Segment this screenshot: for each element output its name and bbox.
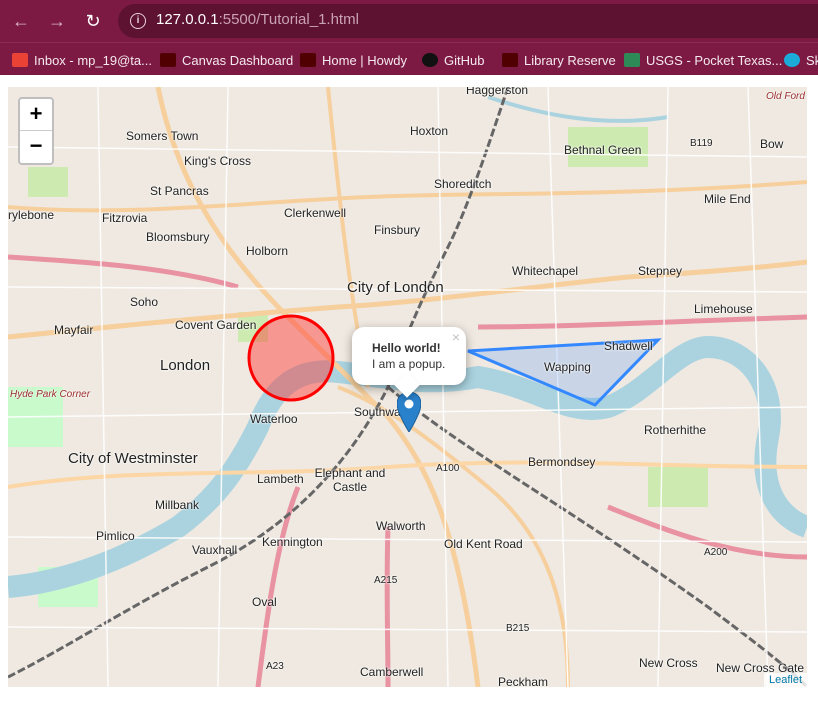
- gmail-icon: [12, 53, 28, 67]
- map-label: Whitechapel: [512, 264, 579, 278]
- zoom-in-button[interactable]: +: [20, 99, 52, 130]
- atm-logo-icon: [502, 53, 518, 67]
- circle-overlay: [247, 314, 335, 402]
- map-label: Bloomsbury: [146, 230, 210, 244]
- map-label: Old Ford: [766, 91, 805, 102]
- bookmark-inbox[interactable]: Inbox - mp_19@ta...: [12, 51, 152, 69]
- map-label: Pimlico: [96, 529, 135, 543]
- map-label: Camberwell: [360, 665, 424, 679]
- map-label: rylebone: [8, 208, 55, 222]
- bookmark-howdy[interactable]: Home | Howdy: [300, 51, 407, 69]
- url-text[interactable]: 127.0.0.1:5500/Tutorial_1.html: [156, 11, 359, 28]
- bookmark-github[interactable]: GitHub: [422, 51, 484, 69]
- github-icon: [422, 53, 438, 67]
- zoom-out-button[interactable]: −: [20, 130, 52, 162]
- atm-logo-icon: [300, 53, 316, 67]
- usgs-icon: [624, 53, 640, 67]
- back-arrow-icon[interactable]: ←: [8, 8, 34, 34]
- bookmark-usgs[interactable]: USGS - Pocket Texas...: [624, 51, 782, 69]
- map-label: Lambeth: [257, 472, 304, 486]
- map-label: Hyde Park Corner: [10, 389, 91, 400]
- map-label: A200: [704, 547, 728, 558]
- map-label: Covent Garden: [175, 318, 257, 332]
- map-label: Millbank: [155, 498, 200, 512]
- map-label: Limehouse: [694, 302, 753, 316]
- map-marker-icon[interactable]: [397, 392, 421, 432]
- map-label: Waterloo: [250, 412, 298, 426]
- map-label: Haggerston: [466, 87, 529, 97]
- reload-icon[interactable]: ↻: [80, 8, 106, 34]
- map-label: Clerkenwell: [284, 206, 347, 220]
- map-label: Rotherhithe: [644, 423, 707, 437]
- map-label: Oval: [252, 595, 277, 609]
- map-label: St Pancras: [150, 184, 209, 198]
- map-label: Old Kent Road: [444, 537, 523, 551]
- sketchfab-icon: [784, 53, 800, 67]
- map-label: Finsbury: [374, 223, 421, 237]
- map-label: Stepney: [638, 264, 683, 278]
- site-info-icon[interactable]: i: [130, 13, 146, 29]
- forward-arrow-icon[interactable]: →: [44, 8, 70, 34]
- map-label: Hoxton: [410, 124, 449, 138]
- map-label: Bethnal Green: [564, 143, 642, 157]
- map-label: Bermondsey: [528, 455, 596, 469]
- map-label: Soho: [130, 295, 159, 309]
- map-label: City of Westminster: [68, 450, 198, 467]
- map-label: King's Cross: [184, 154, 251, 168]
- browser-toolbar: ← → ↻ i 127.0.0.1:5500/Tutorial_1.html: [0, 0, 818, 42]
- map-label: Shoreditch: [434, 177, 492, 191]
- leaflet-map[interactable]: Haggerston Somers Town Hoxton King's Cro…: [8, 87, 807, 687]
- map-label: London: [160, 357, 211, 374]
- map-label: Shadwell: [604, 339, 653, 353]
- map-label: Mile End: [704, 192, 751, 206]
- map-label: Kennington: [262, 535, 323, 549]
- map-label: Somers Town: [126, 129, 199, 143]
- map-label: City of London: [347, 279, 444, 296]
- map-label: Wapping: [544, 360, 591, 374]
- popup-text: I am a popup.: [372, 357, 446, 371]
- map-label: Vauxhall: [192, 543, 238, 557]
- bookmarks-bar: Inbox - mp_19@ta... Canvas Dashboard Hom…: [0, 42, 818, 75]
- atm-logo-icon: [160, 53, 176, 67]
- map-label: B119: [690, 138, 713, 149]
- bookmark-sketchfab[interactable]: Sk: [784, 51, 818, 69]
- map-popup: Hello world! I am a popup. ×: [352, 327, 466, 398]
- map-label: A23: [266, 661, 284, 672]
- zoom-control: + −: [18, 97, 54, 165]
- map-label: Bow: [760, 137, 784, 151]
- map-label: Mayfair: [54, 323, 94, 337]
- map-label: B215: [506, 623, 530, 634]
- popup-close-button[interactable]: ×: [452, 329, 460, 345]
- map-label: Elephant and Castle: [314, 466, 386, 494]
- bookmark-canvas[interactable]: Canvas Dashboard: [160, 51, 293, 69]
- attribution-link[interactable]: Leaflet: [763, 673, 807, 687]
- map-label: Peckham: [498, 675, 549, 687]
- bookmark-library[interactable]: Library Reserve: [502, 51, 616, 69]
- popup-title: Hello world!: [372, 341, 441, 355]
- map-label: Walworth: [376, 519, 426, 533]
- map-label: Holborn: [246, 244, 289, 258]
- map-label: Fitzrovia: [102, 211, 148, 225]
- map-label: A100: [436, 463, 460, 474]
- map-label: A215: [374, 575, 398, 586]
- map-label: New Cross: [639, 656, 698, 670]
